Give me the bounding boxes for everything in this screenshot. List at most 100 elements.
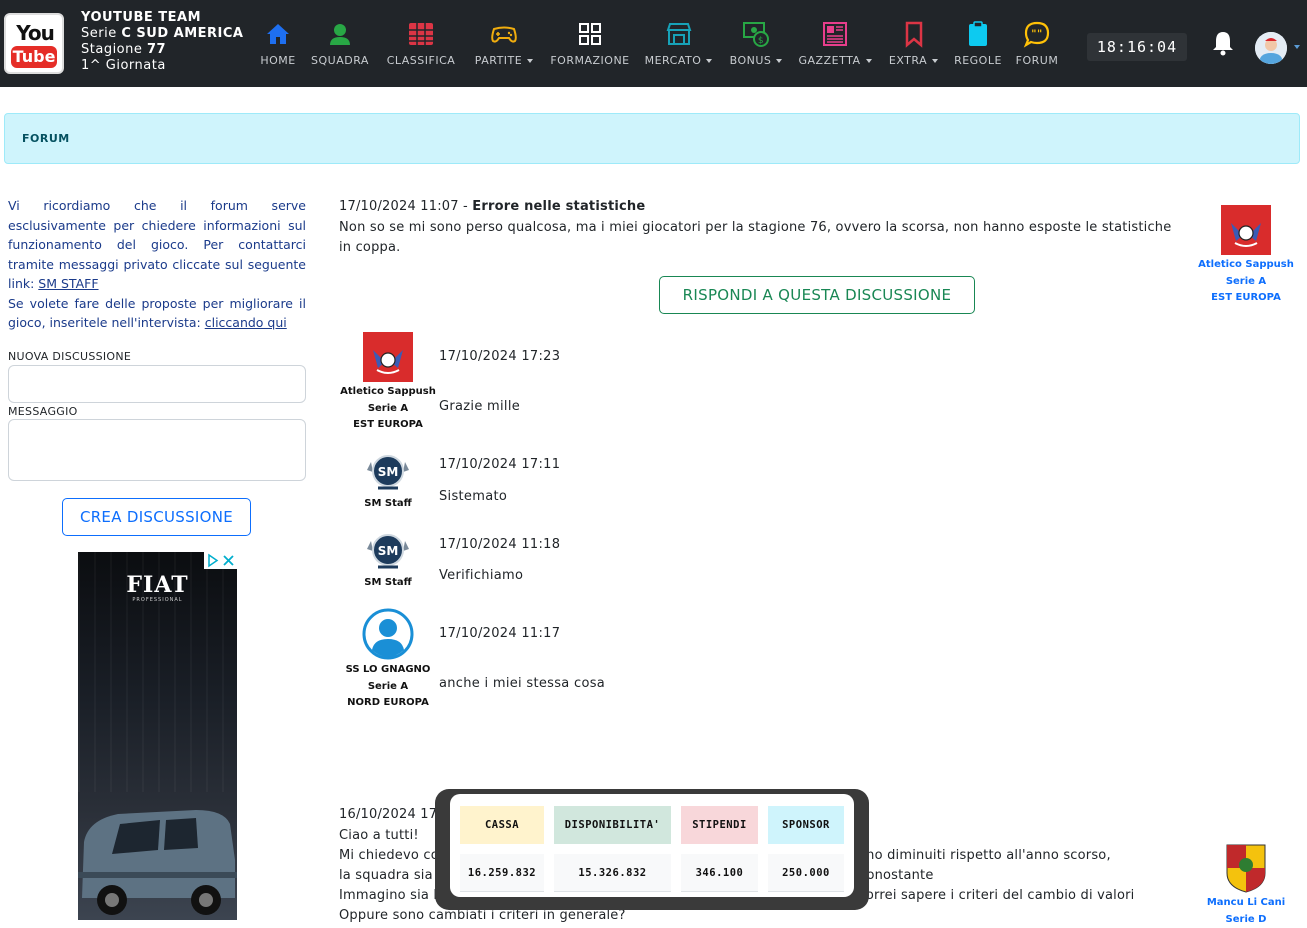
shop-icon [665, 20, 693, 48]
van-image [78, 802, 237, 920]
nav-home[interactable]: HOME [258, 20, 298, 75]
author-league: Serie A [338, 401, 438, 418]
clipboard-icon [965, 20, 991, 48]
logo-text-top: You [12, 21, 58, 45]
thread-author[interactable]: Atletico Sappush Serie A EST EUROPA [1196, 205, 1296, 307]
gamepad-icon [490, 20, 518, 48]
bookmark-icon [901, 20, 927, 48]
finance-value-sponsor: 250.000 [768, 854, 844, 892]
finance-table: CASSA DISPONIBILITA' STIPENDI SPONSOR 16… [450, 794, 854, 897]
nav-extra[interactable]: EXTRA [885, 20, 942, 75]
bell-icon[interactable] [1211, 30, 1235, 56]
reply-author[interactable]: SS LO GNAGNO Serie A NORD EUROPA [338, 608, 438, 712]
thread-title[interactable]: Errore nelle statistiche [472, 199, 645, 214]
user-avatar[interactable] [1255, 32, 1287, 64]
cash-icon: $ [742, 20, 770, 48]
team-name: YOUTUBE TEAM [81, 10, 244, 26]
author-name: Atletico Sappush [1196, 257, 1296, 274]
team-round: 1^ Giornata [81, 58, 244, 74]
finance-value-cassa: 16.259.832 [460, 854, 544, 892]
chevron-down-icon [527, 59, 533, 63]
finance-overlay: CASSA DISPONIBILITA' STIPENDI SPONSOR 16… [435, 789, 869, 910]
thread-date: 17/10/2024 11:07 - [339, 199, 468, 214]
nav-gazzetta[interactable]: GAZZETTA [796, 20, 874, 75]
svg-text:SM: SM [378, 544, 399, 558]
interview-link[interactable]: cliccando qui [205, 315, 287, 330]
svg-text:$: $ [758, 36, 764, 46]
message-textarea[interactable] [8, 419, 306, 481]
nav-regole[interactable]: REGOLE [952, 20, 1004, 75]
reply-date: 17/10/2024 17:23 [439, 349, 560, 364]
author-league: Serie A [338, 679, 438, 696]
nav-label: HOME [260, 54, 295, 67]
nav-forum[interactable]: "" FORUM [1013, 20, 1061, 75]
author-name: SM Staff [338, 575, 438, 592]
nav-classifica[interactable]: CLASSIFICA [383, 20, 459, 75]
thread-line-part: vorrei sapere i criteri del cambio di va… [858, 886, 1134, 906]
nav-mercato[interactable]: MERCATO [641, 20, 716, 75]
user-icon [327, 20, 353, 48]
staff-link[interactable]: SM STAFF [38, 276, 98, 291]
finance-header-disponibilita: DISPONIBILITA' [554, 806, 671, 844]
author-name: SS LO GNAGNO [338, 662, 438, 679]
team-crest-icon [1221, 205, 1271, 255]
chevron-down-icon [776, 59, 782, 63]
ad-brand: FIAT [78, 572, 237, 598]
finance-header-cassa: CASSA [460, 806, 544, 844]
team-season: Stagione 77 [81, 42, 244, 58]
season-prefix: Stagione [81, 42, 142, 57]
message-label: MESSAGGIO [8, 405, 78, 418]
nav-label: REGOLE [954, 54, 1002, 67]
finance-header-sponsor: SPONSOR [768, 806, 844, 844]
banner-title: FORUM [22, 132, 70, 145]
reply-text: Grazie mille [439, 399, 520, 414]
series-value: C SUD AMERICA [121, 26, 243, 41]
forum-banner: FORUM [4, 113, 1300, 164]
reply-author[interactable]: Atletico Sappush Serie A EST EUROPA [338, 332, 438, 434]
avatar-image [1255, 32, 1287, 64]
advertisement-banner[interactable]: FIAT PROFESSIONAL [78, 552, 237, 920]
chevron-down-icon [706, 59, 712, 63]
nav-label: GAZZETTA [799, 54, 861, 67]
chevron-down-icon [866, 59, 872, 63]
nav-label: SQUADRA [311, 54, 369, 67]
nav-label: CLASSIFICA [387, 54, 456, 67]
new-discussion-input[interactable] [8, 365, 306, 403]
thread-header: 17/10/2024 11:07 - Errore nelle statisti… [339, 199, 645, 214]
series-prefix: Serie [81, 26, 117, 41]
finance-value-disponibilita: 15.326.832 [554, 854, 671, 892]
nav-squadra[interactable]: SQUADRA [308, 20, 372, 75]
reply-thread-button[interactable]: RISPONDI A QUESTA DISCUSSIONE [659, 276, 975, 314]
reply-author[interactable]: SM SM Staff [338, 450, 438, 513]
home-icon [265, 20, 291, 48]
create-discussion-button[interactable]: CREA DISCUSSIONE [62, 498, 251, 536]
author-name: Mancu Li Cani [1196, 895, 1296, 912]
sm-staff-logo-icon: SM [365, 450, 411, 494]
thread-body: Non so se mi sono perso qualcosa, ma i m… [339, 218, 1184, 258]
nav-bonus[interactable]: $ BONUS [727, 20, 785, 75]
reply-date: 17/10/2024 11:18 [439, 537, 560, 552]
thread-line-part: ano diminuiti rispetto all'anno scorso, … [858, 846, 1184, 886]
author-league: Serie A [1196, 274, 1296, 291]
nav-label: MERCATO [645, 54, 702, 67]
adchoices-icon[interactable] [204, 552, 237, 569]
thread-date: 16/10/2024 17:2 [339, 807, 450, 822]
reply-author[interactable]: SM SM Staff [338, 529, 438, 592]
nav-label: FORUM [1016, 54, 1059, 67]
top-navbar: You Tube YOUTUBE TEAM Serie C SUD AMERIC… [0, 0, 1307, 87]
forum-notice: Vi ricordiamo che il forum serve esclusi… [8, 196, 306, 333]
team-info: YOUTUBE TEAM Serie C SUD AMERICA Stagion… [81, 10, 244, 74]
team-logo[interactable]: You Tube [4, 13, 64, 74]
thread-author[interactable]: Mancu Li Cani Serie D [1196, 843, 1296, 928]
nav-formazione[interactable]: FORMAZIONE [549, 20, 631, 75]
chevron-down-icon[interactable] [1294, 45, 1300, 49]
grid-icon [577, 20, 603, 48]
chat-icon: "" [1023, 20, 1051, 48]
author-group: EST EUROPA [1196, 290, 1296, 307]
author-name: SM Staff [338, 496, 438, 513]
season-value: 77 [147, 42, 166, 57]
new-discussion-label: NUOVA DISCUSSIONE [8, 350, 131, 363]
reply-date: 17/10/2024 17:11 [439, 457, 560, 472]
team-series: Serie C SUD AMERICA [81, 26, 244, 42]
nav-partite[interactable]: PARTITE [470, 20, 538, 75]
